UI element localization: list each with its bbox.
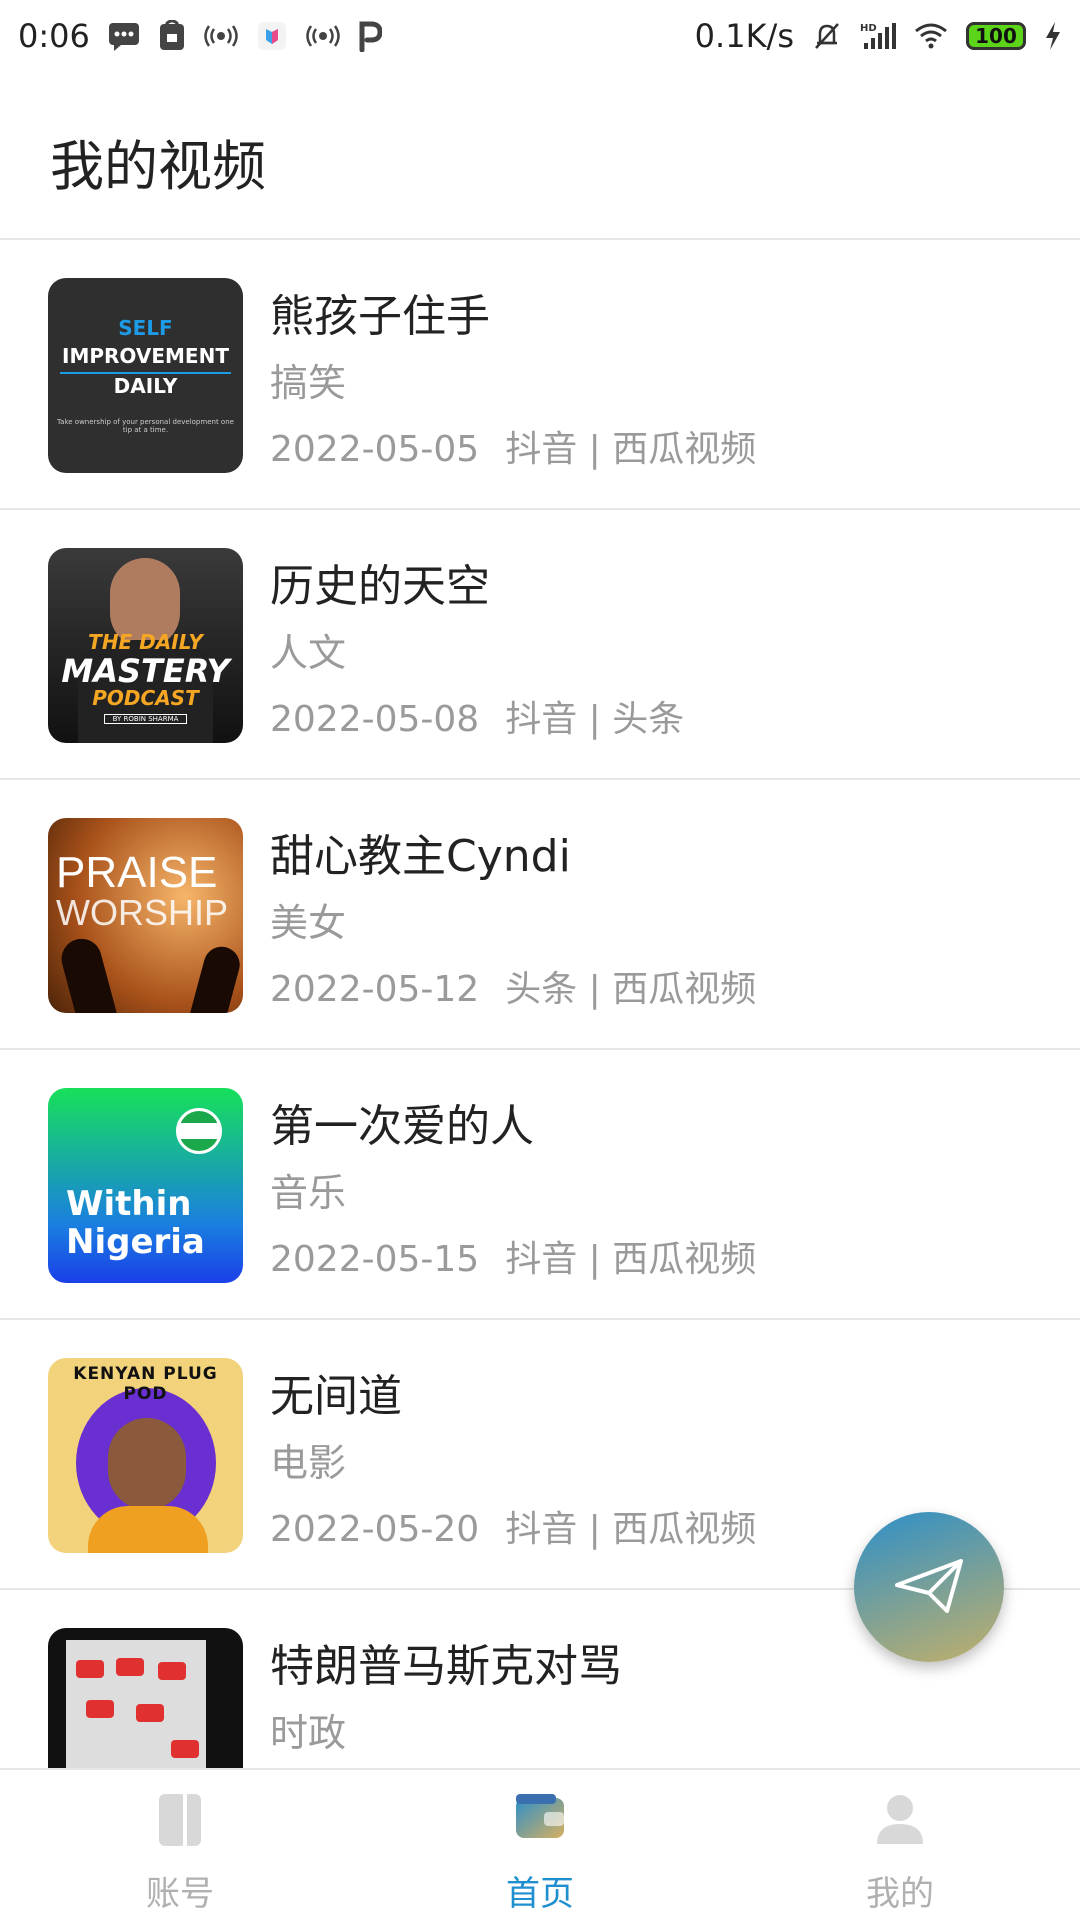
video-title: 熊孩子住手: [270, 291, 490, 342]
mi-icon: [158, 20, 186, 52]
user-icon: [875, 1792, 925, 1850]
battery-icon: 100: [966, 22, 1026, 50]
thumbnail-face: [108, 1418, 186, 1510]
wallet-icon: [514, 1792, 566, 1846]
thumbnail-hand: [188, 942, 243, 1013]
thumbnail-hand: [57, 934, 119, 1013]
video-title: 无间道: [270, 1371, 402, 1422]
video-platforms: 抖音 | 西瓜视频: [505, 429, 757, 470]
thumbnail-shirt: [88, 1506, 208, 1553]
thumbnail-text: MASTERY: [61, 652, 230, 690]
thumbnail-text: KENYAN PLUG POD: [73, 1364, 218, 1404]
video-meta: 2022-05-20 抖音 | 西瓜视频: [270, 1500, 782, 1552]
status-left: 0:06: [18, 17, 382, 55]
video-category: 人文: [270, 631, 347, 675]
video-thumbnail: THE DAILY MASTERY PODCAST BY ROBIN SHARM…: [48, 548, 243, 743]
nav-label: 账号: [146, 1874, 214, 1914]
video-meta: 2022-05-08 抖音 | 头条: [270, 690, 710, 742]
message-icon: [108, 21, 140, 51]
video-title: 第一次爱的人: [270, 1101, 534, 1152]
svg-text:HD: HD: [860, 23, 877, 34]
network-speed: 0.1K/s: [694, 17, 794, 55]
nav-item-account[interactable]: 账号: [0, 1770, 360, 1920]
video-category: 时政: [270, 1711, 347, 1755]
video-category: 电影: [270, 1441, 347, 1485]
thumbnail-chair: [76, 1660, 104, 1678]
thumbnail-text: Within: [66, 1184, 192, 1224]
list-item[interactable]: PRAISE WORSHIP 甜心教主Cyndi 美女 2022-05-12 头条…: [0, 780, 1080, 1050]
video-title: 历史的天空: [270, 561, 490, 612]
video-thumbnail: [48, 1628, 243, 1768]
thumbnail-text: IMPROVEMENT: [62, 344, 229, 368]
video-platforms: 抖音 | 西瓜视频: [505, 1239, 757, 1280]
thumbnail-chair: [136, 1704, 164, 1722]
list-item[interactable]: SELF IMPROVEMENT DAILY Take ownership of…: [0, 240, 1080, 510]
thumbnail-chair: [116, 1658, 144, 1676]
list-item[interactable]: Within Nigeria 第一次爱的人 音乐 2022-05-15 抖音 | …: [0, 1050, 1080, 1320]
video-date: 2022-05-20: [270, 1509, 480, 1550]
video-thumbnail: KENYAN PLUG POD: [48, 1358, 243, 1553]
video-title: 特朗普马斯克对骂: [270, 1641, 622, 1692]
video-thumbnail: Within Nigeria: [48, 1088, 243, 1283]
charging-icon: [1044, 21, 1062, 51]
page-header: 我的视频: [0, 72, 1080, 240]
video-platforms: 抖音 | 西瓜视频: [505, 1509, 757, 1550]
video-category: 美女: [270, 901, 347, 945]
bottom-nav: 账号 首页 我的: [0, 1768, 1080, 1920]
video-platforms: 头条 | 西瓜视频: [505, 969, 757, 1010]
status-right: 0.1K/s HD 100: [695, 17, 1062, 55]
nav-label: 首页: [506, 1874, 574, 1914]
page-title: 我的视频: [50, 135, 266, 198]
thumbnail-text: Nigeria: [66, 1222, 205, 1262]
video-date: 2022-05-05: [270, 429, 480, 470]
wifi-icon: [914, 23, 948, 49]
thumbnail-text: THE DAILY: [88, 630, 203, 654]
video-meta: 2022-05-12 头条 | 西瓜视频: [270, 960, 782, 1012]
thumbnail-chair: [86, 1700, 114, 1718]
thumbnail-scene: [66, 1640, 206, 1768]
thumbnail-text: BY ROBIN SHARMA: [104, 714, 187, 724]
flag-icon: [176, 1108, 222, 1154]
thumbnail-text: PODCAST: [92, 686, 199, 710]
video-date: 2022-05-15: [270, 1239, 480, 1280]
status-bar: 0:06 0.1K/s HD 100: [0, 0, 1080, 72]
thumbnail-text: PRAISE: [56, 848, 218, 897]
video-meta: 2022-05-05 抖音 | 西瓜视频: [270, 420, 782, 472]
video-title: 甜心教主Cyndi: [270, 831, 571, 882]
nav-item-mine[interactable]: 我的: [720, 1770, 1080, 1920]
app-icon: [256, 20, 288, 52]
mute-bell-icon: [812, 21, 842, 51]
video-date: 2022-05-12: [270, 969, 480, 1010]
send-icon: [895, 1559, 963, 1613]
nav-item-home[interactable]: 首页: [360, 1770, 720, 1920]
send-button[interactable]: [854, 1512, 1004, 1662]
video-thumbnail: PRAISE WORSHIP: [48, 818, 243, 1013]
status-time: 0:06: [18, 17, 90, 55]
video-thumbnail: SELF IMPROVEMENT DAILY Take ownership of…: [48, 278, 243, 473]
account-icon: [157, 1792, 203, 1852]
thumbnail-text: DAILY: [113, 374, 178, 398]
hd-signal-icon: HD: [860, 21, 896, 51]
video-platforms: 抖音 | 头条: [505, 699, 685, 740]
video-category: 搞笑: [270, 361, 347, 405]
thumbnail-chair: [171, 1740, 199, 1758]
p-icon: [358, 20, 382, 52]
nav-label: 我的: [866, 1874, 934, 1914]
broadcast-icon: [306, 24, 340, 48]
thumbnail-text: SELF: [118, 316, 173, 340]
thumbnail-text: Take ownership of your personal developm…: [57, 418, 234, 434]
broadcast-icon: [204, 24, 238, 48]
video-category: 音乐: [270, 1171, 347, 1215]
video-meta: 2022-05-15 抖音 | 西瓜视频: [270, 1230, 782, 1282]
thumbnail-text: WORSHIP: [56, 892, 229, 933]
thumbnail-chair: [158, 1662, 186, 1680]
list-item[interactable]: THE DAILY MASTERY PODCAST BY ROBIN SHARM…: [0, 510, 1080, 780]
video-date: 2022-05-08: [270, 699, 480, 740]
